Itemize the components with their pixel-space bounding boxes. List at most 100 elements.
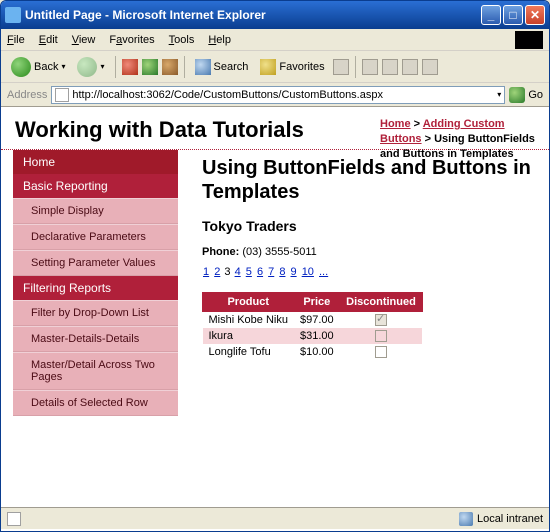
search-icon [195,59,211,75]
sidebar-item[interactable]: Master-Details-Details [13,326,178,352]
sidebar-item-home[interactable]: Home [13,150,178,174]
cell-disc [340,328,423,344]
chevron-down-icon: ▾ [100,62,104,71]
menu-tools[interactable]: Tools [169,34,195,46]
ie-icon [5,7,21,23]
phone-row: Phone: (03) 3555-5011 [202,246,535,258]
table-row: Longlife Tofu$10.00 [203,344,423,360]
page-icon [7,512,21,526]
mail-button[interactable] [362,59,378,75]
menu-help[interactable]: Help [208,34,231,46]
sidebar-item[interactable]: Simple Display [13,198,178,224]
star-icon [260,59,276,75]
cell-product: Mishi Kobe Niku [203,312,294,329]
titlebar: Untitled Page - Microsoft Internet Explo… [1,1,549,29]
checkbox-icon[interactable] [375,314,387,326]
sidebar-item[interactable]: Details of Selected Row [13,390,178,416]
col-price: Price [294,293,340,312]
edit-button[interactable] [402,59,418,75]
go-label: Go [528,89,543,101]
sidebar-item[interactable]: Master/Detail Across Two Pages [13,352,178,390]
go-button[interactable]: Go [509,87,543,103]
security-zone: Local intranet [459,512,543,526]
toolbar: Back▾ ▾ Search Favorites [1,51,549,83]
content-area: Home > Adding Custom Buttons > Using But… [1,107,549,507]
address-label: Address [7,89,47,101]
menu-favorites[interactable]: Favorites [109,34,154,46]
supplier-name: Tokyo Traders [202,218,535,234]
stop-button[interactable] [122,59,138,75]
sidebar-item[interactable]: Setting Parameter Values [13,250,178,276]
zone-label: Local intranet [477,513,543,525]
go-icon [509,87,525,103]
pager-link[interactable]: 9 [291,266,297,278]
pager-link[interactable]: 5 [246,266,252,278]
favorites-label: Favorites [279,61,324,73]
cell-disc [340,344,423,360]
pager-link[interactable]: 10 [302,266,314,278]
pager: 1 2 3 4 5 6 7 8 9 10 ... [202,266,535,278]
cell-price: $10.00 [294,344,340,360]
address-input[interactable]: http://localhost:3062/Code/CustomButtons… [51,86,505,104]
table-row: Ikura$31.00 [203,328,423,344]
sidebar-section-filter[interactable]: Filtering Reports [13,276,178,300]
chevron-down-icon[interactable]: ▾ [497,90,501,99]
minimize-button[interactable]: _ [481,5,501,25]
history-button[interactable] [333,59,349,75]
maximize-button[interactable]: □ [503,5,523,25]
main-content: Using ButtonFields and Buttons in Templa… [178,150,549,416]
checkbox-icon[interactable] [375,330,387,342]
separator [355,56,356,78]
back-button[interactable]: Back▾ [7,55,69,79]
throbber-icon [515,31,543,49]
search-button[interactable]: Search [191,57,253,77]
pager-link[interactable]: 2 [214,266,220,278]
breadcrumb-home[interactable]: Home [380,118,411,130]
forward-icon [77,57,97,77]
products-table: Product Price Discontinued Mishi Kobe Ni… [202,292,423,360]
favorites-button[interactable]: Favorites [256,57,328,77]
refresh-button[interactable] [142,59,158,75]
col-discontinued: Discontinued [340,293,423,312]
checkbox-icon[interactable] [375,346,387,358]
separator [115,56,116,78]
close-button[interactable]: ✕ [525,5,545,25]
sidebar-section-basic[interactable]: Basic Reporting [13,174,178,198]
phone-value: (03) 3555-5011 [242,246,316,258]
pager-link[interactable]: 4 [235,266,241,278]
forward-button[interactable]: ▾ [73,55,108,79]
statusbar: Local intranet [1,507,549,529]
back-label: Back [34,61,58,73]
intranet-icon [459,512,473,526]
messenger-button[interactable] [422,59,438,75]
address-bar: Address http://localhost:3062/Code/Custo… [1,83,549,107]
back-icon [11,57,31,77]
pager-link[interactable]: 6 [257,266,263,278]
page-icon [55,88,69,102]
pager-link[interactable]: 8 [279,266,285,278]
cell-product: Ikura [203,328,294,344]
sidebar: Home Basic Reporting Simple Display Decl… [13,150,178,416]
print-button[interactable] [382,59,398,75]
menu-file[interactable]: File [7,34,25,46]
menu-edit[interactable]: Edit [39,34,58,46]
menubar: File Edit View Favorites Tools Help [1,29,549,51]
pager-link: 3 [224,266,230,278]
url-text: http://localhost:3062/Code/CustomButtons… [72,89,383,101]
phone-label: Phone: [202,246,239,258]
cell-price: $31.00 [294,328,340,344]
sidebar-item[interactable]: Filter by Drop-Down List [13,300,178,326]
pager-link[interactable]: 1 [203,266,209,278]
cell-price: $97.00 [294,312,340,329]
article-title: Using ButtonFields and Buttons in Templa… [202,156,535,204]
cell-disc [340,312,423,329]
search-label: Search [214,61,249,73]
chevron-down-icon: ▾ [61,62,65,71]
menu-view[interactable]: View [72,34,96,46]
home-button[interactable] [162,59,178,75]
window-title: Untitled Page - Microsoft Internet Explo… [25,8,479,22]
table-row: Mishi Kobe Niku$97.00 [203,312,423,329]
sidebar-item[interactable]: Declarative Parameters [13,224,178,250]
pager-link[interactable]: 7 [268,266,274,278]
pager-link[interactable]: ... [319,266,328,278]
